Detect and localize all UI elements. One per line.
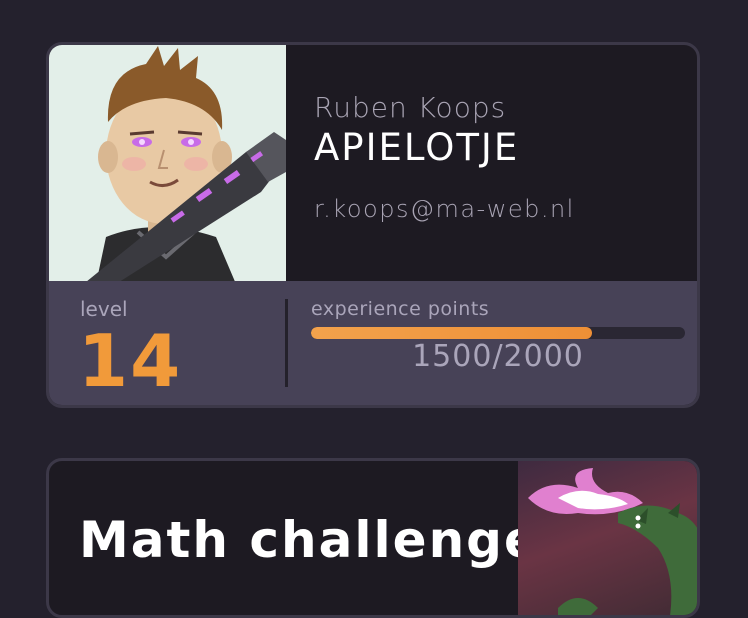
avatar-illustration-icon (86, 46, 286, 284)
level-value: 14 (78, 319, 183, 403)
profile-username: APIELOTJE (314, 126, 520, 169)
stats-panel: level 14 experience points 1500/2000 (49, 281, 697, 405)
level-label: level (80, 297, 128, 321)
challenge-card[interactable]: Math challenge (46, 458, 700, 618)
profile-email: r.koops@ma-web.nl (314, 195, 575, 223)
xp-label: experience points (311, 298, 490, 320)
xp-progress-bar (311, 327, 685, 339)
xp-progress-fill (311, 327, 592, 339)
profile-name: Ruben Koops (314, 91, 507, 124)
xp-value: 1500/2000 (412, 339, 584, 374)
stats-divider (285, 299, 288, 387)
challenge-title: Math challenge (79, 511, 540, 569)
dragon-fire-illustration-icon (518, 461, 697, 615)
profile-card: Ruben Koops APIELOTJE r.koops@ma-web.nl … (46, 42, 700, 408)
avatar (49, 45, 286, 284)
profile-info: Ruben Koops APIELOTJE r.koops@ma-web.nl (314, 91, 687, 223)
